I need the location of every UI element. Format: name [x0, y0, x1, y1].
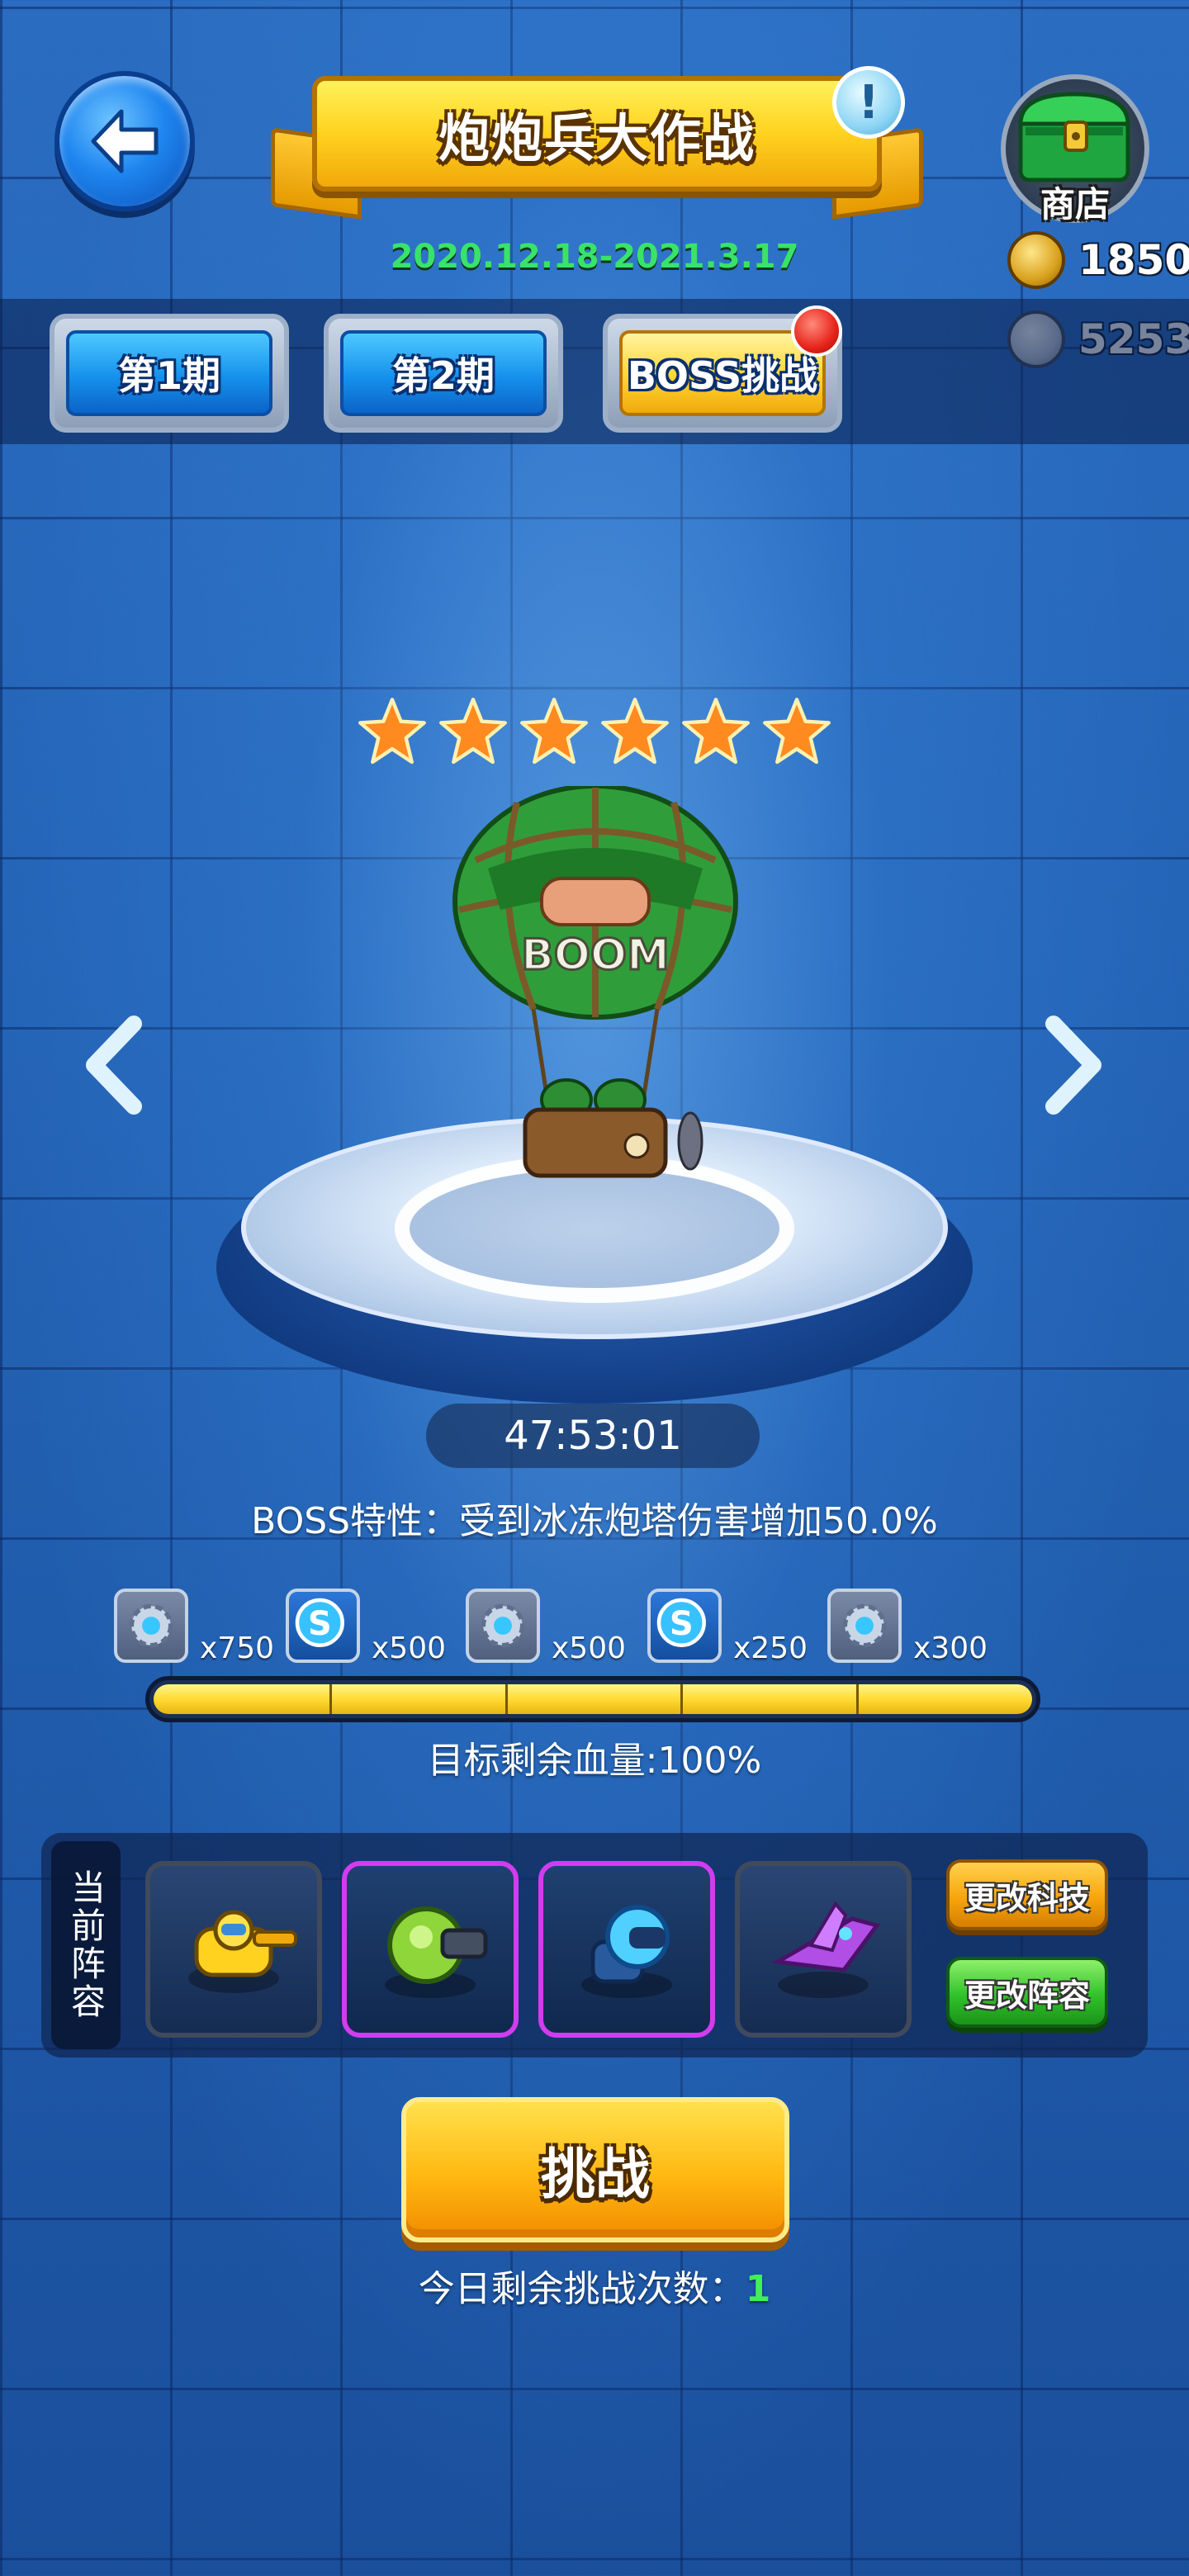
next-boss-arrow[interactable]	[1039, 1016, 1105, 1115]
boss-trait-text: BOSS特性：受到冰冻炮塔伤害增加50.0%	[251, 1500, 938, 1542]
boss-hp-bar	[145, 1676, 1040, 1722]
star-icon	[763, 698, 831, 765]
skill-s-icon: S	[647, 1589, 722, 1663]
change-lineup-button[interactable]: 更改阵容	[946, 1957, 1108, 2028]
purple-jet-turret-icon	[771, 1901, 881, 1998]
star-icon	[601, 698, 669, 765]
event-date-range: 2020.12.18-2021.3.17	[390, 238, 799, 276]
back-button[interactable]	[54, 71, 195, 211]
yellow-tank-turret-icon	[188, 1910, 297, 1993]
star-icon	[520, 698, 588, 765]
reward-quantity: x500	[552, 1631, 627, 1665]
tab-period-1[interactable]: 第1期	[50, 314, 289, 433]
tab-label: 第1期	[66, 330, 272, 416]
star-icon	[358, 698, 426, 765]
lineup-slot-4[interactable]	[735, 1861, 912, 2038]
boss-timer: 47:53:01	[426, 1404, 760, 1468]
remaining-attempts: 今日剩余挑战次数：1	[248, 2259, 941, 2312]
remaining-label: 今日剩余挑战次数：	[418, 2268, 746, 2310]
info-button[interactable]: !	[832, 66, 905, 139]
boss-balloon-image: BOOM	[452, 786, 738, 1178]
reward-quantity: x500	[372, 1631, 447, 1665]
lineup-tag: 当前阵容	[51, 1841, 121, 2049]
gold-amount: 1850	[1078, 236, 1189, 284]
tab-period-2[interactable]: 第2期	[324, 314, 563, 433]
exclamation-icon: !	[858, 75, 879, 130]
blue-frost-turret-icon	[581, 1905, 672, 1998]
shop-label: 商店	[1040, 184, 1110, 225]
back-arrow-icon	[91, 109, 159, 173]
skill-s-icon: S	[286, 1589, 360, 1663]
gold-coin-icon	[1007, 231, 1065, 289]
star-icon	[682, 698, 750, 765]
gear-chip-icon	[827, 1589, 902, 1663]
boss-hp-label: 目标剩余血量:100%	[427, 1740, 762, 1782]
green-cannon-turret-icon	[385, 1906, 488, 1998]
notification-dot	[791, 305, 842, 357]
treasure-chest-icon	[1018, 92, 1130, 182]
reward-quantity: x250	[733, 1631, 808, 1665]
challenge-button[interactable]: 挑战	[401, 2097, 789, 2242]
svg-text:S: S	[308, 1605, 332, 1643]
gear-chip-icon	[466, 1589, 540, 1663]
lineup-slot-1[interactable]	[145, 1861, 322, 2038]
boom-text: BOOM	[521, 930, 670, 980]
star-icon	[439, 698, 507, 765]
page-title: 炮炮兵大作战	[438, 108, 756, 168]
title-banner: 炮炮兵大作战	[271, 76, 923, 221]
boss-star-rating	[355, 695, 834, 778]
lineup-slot-3[interactable]	[538, 1861, 715, 2038]
change-tech-button[interactable]: 更改科技	[946, 1859, 1108, 1930]
gear-chip-icon	[114, 1589, 188, 1663]
remaining-count: 1	[745, 2268, 771, 2310]
reward-quantity: x750	[200, 1631, 275, 1665]
reward-quantity: x300	[913, 1631, 988, 1665]
tab-label: 第2期	[340, 330, 547, 416]
svg-text:S: S	[670, 1605, 694, 1643]
lineup-slot-2[interactable]	[342, 1861, 519, 2038]
boss-hp-fill	[154, 1684, 1032, 1714]
prev-boss-arrow[interactable]	[83, 1016, 149, 1115]
lineup-label: 当前阵容	[65, 1869, 107, 2021]
